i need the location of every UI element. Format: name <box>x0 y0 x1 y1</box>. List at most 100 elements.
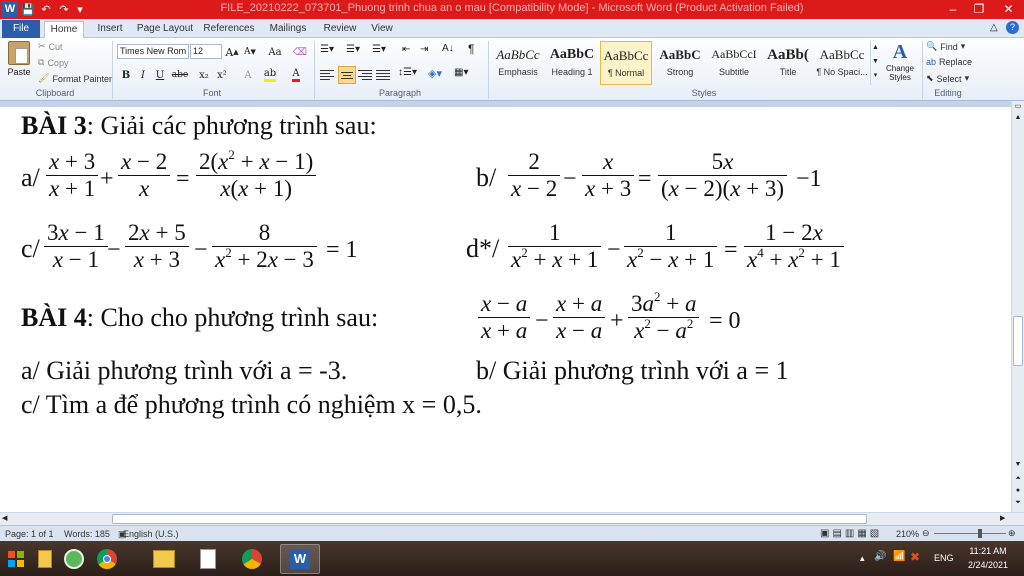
scroll-up-icon[interactable]: ▲ <box>1013 114 1023 124</box>
chrome-icon[interactable] <box>92 544 122 574</box>
line-spacing-icon[interactable]: ↕☰▾ <box>398 67 417 78</box>
align-center-icon[interactable] <box>338 66 356 84</box>
zoom-level[interactable]: 210% <box>896 529 919 539</box>
restore-button[interactable]: ❐ <box>966 0 992 18</box>
tab-home[interactable]: Home <box>44 21 84 39</box>
bold-button[interactable]: B <box>118 67 134 83</box>
clock-time[interactable]: 11:21 AM <box>966 546 1010 556</box>
highlight-icon[interactable]: ab <box>262 67 278 83</box>
clock-date[interactable]: 2/24/2021 <box>964 560 1012 570</box>
font-size-dropdown[interactable]: 12 <box>190 44 222 59</box>
help-icon[interactable]: ? <box>1006 21 1019 34</box>
align-right-icon[interactable] <box>358 68 374 82</box>
tab-insert[interactable]: Insert <box>92 21 128 38</box>
green-app-icon[interactable] <box>60 544 88 574</box>
language[interactable]: English (U.S.) <box>123 529 179 539</box>
decrease-indent-icon[interactable]: ⇤ <box>402 44 410 55</box>
multilevel-list-icon[interactable]: ☰▾ <box>372 44 386 55</box>
scroll-left-icon[interactable]: ◀ <box>2 514 7 522</box>
close-button[interactable]: ✕ <box>993 0 1024 18</box>
vertical-scroll-thumb[interactable] <box>1013 316 1023 366</box>
tab-file[interactable]: File <box>2 20 40 38</box>
document-icon[interactable] <box>188 544 228 574</box>
justify-icon[interactable] <box>376 68 392 82</box>
scroll-down-icon[interactable]: ▼ <box>1013 461 1023 471</box>
document-page[interactable]: BÀI 3: Giải các phương trình sau: a/ x +… <box>0 107 1011 512</box>
style-emphasis[interactable]: AaBbCc Emphasis <box>492 41 544 85</box>
tab-mailings[interactable]: Mailings <box>264 21 312 38</box>
network-icon[interactable]: 📶 <box>893 551 905 562</box>
word-taskbar-icon[interactable]: W <box>280 544 320 574</box>
notification-icon[interactable]: ✖ <box>910 550 920 564</box>
select-browse-object-icon[interactable]: ● <box>1013 487 1023 497</box>
format-painter-button[interactable]: 🖌 Format Painter <box>38 73 112 84</box>
select-button[interactable]: ⬉ Select ▾ <box>926 73 969 84</box>
increase-indent-icon[interactable]: ⇥ <box>420 44 428 55</box>
grow-font-button[interactable]: A ▲ <box>224 44 240 60</box>
font-name-dropdown[interactable]: Times New Rom <box>117 44 189 59</box>
tab-page-layout[interactable]: Page Layout <box>136 21 194 38</box>
style-no-spacing[interactable]: AaBbCc ¶ No Spaci... <box>816 41 868 85</box>
chrome-window-icon[interactable] <box>232 544 272 574</box>
clipboard-icon <box>8 41 30 65</box>
change-case-button[interactable]: Aa <box>264 44 286 60</box>
tab-view[interactable]: View <box>366 21 398 38</box>
fraction-b1: 2x − 2 <box>508 149 561 202</box>
zoom-slider[interactable] <box>934 533 1006 534</box>
tab-references[interactable]: References <box>202 21 256 38</box>
style-normal[interactable]: AaBbCc ¶ Normal <box>600 41 652 85</box>
paste-button[interactable]: Paste <box>4 41 34 85</box>
cut-button[interactable]: ✂ Cut <box>38 41 63 52</box>
style-strong[interactable]: AaBbC Strong <box>654 41 706 85</box>
start-button[interactable] <box>0 544 32 574</box>
scroll-right-icon[interactable]: ▶ <box>1000 514 1005 522</box>
clear-formatting-icon[interactable]: ⌫ <box>292 44 308 60</box>
find-button[interactable]: 🔍 Find ▾ <box>926 41 965 52</box>
styles-scroll-icon[interactable]: ▲ ▼ ▾ <box>870 41 880 85</box>
volume-icon[interactable]: 🔊 <box>874 551 886 562</box>
horizontal-scroll-thumb[interactable] <box>112 514 867 524</box>
subscript-button[interactable]: x₂ <box>196 67 212 83</box>
zoom-out-icon[interactable]: ⊖ <box>922 528 930 539</box>
style-title[interactable]: AaBb(Title <box>762 41 814 85</box>
change-styles-button[interactable]: A Change Styles <box>884 41 916 85</box>
superscript-button[interactable]: x² <box>214 67 230 83</box>
horizontal-scrollbar[interactable]: ◀ ▶ <box>0 512 1024 525</box>
tab-review[interactable]: Review <box>320 21 360 38</box>
ruler-toggle-icon[interactable]: ▭ <box>1013 102 1023 112</box>
strikethrough-button[interactable]: abe <box>170 67 190 83</box>
minimize-button[interactable]: – <box>940 0 966 18</box>
copy-label: Copy <box>47 57 69 68</box>
file-explorer-icon[interactable] <box>34 544 56 574</box>
shrink-font-button[interactable]: A ▼ <box>242 44 258 60</box>
font-color-icon[interactable]: A <box>288 67 304 83</box>
numbering-icon[interactable]: ☰▾ <box>346 44 360 55</box>
page-count[interactable]: Page: 1 of 1 <box>5 529 54 539</box>
style-heading-1[interactable]: AaBbC Heading 1 <box>546 41 598 85</box>
style-subtitle[interactable]: AaBbCcI Subtitle <box>708 41 760 85</box>
word-count[interactable]: Words: 185 <box>64 529 110 539</box>
folder-icon[interactable] <box>144 544 184 574</box>
zoom-slider-thumb[interactable] <box>978 529 982 538</box>
copy-button[interactable]: ⧉ Copy <box>38 57 68 68</box>
text-effects-icon[interactable]: A <box>240 67 256 83</box>
bullets-icon[interactable]: ☰▾ <box>320 44 334 55</box>
next-page-icon[interactable]: ⏷ <box>1013 499 1023 509</box>
sort-icon[interactable]: A↓ <box>442 43 454 54</box>
align-left-icon[interactable] <box>320 68 336 82</box>
zoom-in-icon[interactable]: ⊕ <box>1008 528 1016 539</box>
replace-button[interactable]: ab Replace <box>926 57 972 67</box>
minimize-ribbon-icon[interactable]: △ <box>990 22 998 33</box>
borders-icon[interactable]: ▦▾ <box>454 67 468 78</box>
vertical-scrollbar[interactable]: ▭ ▲ ▼ ⏶ ● ⏷ <box>1011 101 1024 512</box>
previous-page-icon[interactable]: ⏶ <box>1013 475 1023 485</box>
input-language[interactable]: ENG <box>934 553 954 563</box>
show-hidden-icons[interactable]: ▴ <box>860 553 865 564</box>
italic-button[interactable]: I <box>135 67 151 83</box>
clipboard-group-label: Clipboard <box>35 88 75 98</box>
shading-icon[interactable]: ◈▾ <box>428 67 442 80</box>
view-buttons[interactable]: ▣▤▥▦▧ <box>820 528 882 539</box>
show-formatting-icon[interactable]: ¶ <box>468 42 474 56</box>
style-sample: AaBbCc <box>603 48 649 63</box>
underline-button[interactable]: U <box>152 67 168 83</box>
